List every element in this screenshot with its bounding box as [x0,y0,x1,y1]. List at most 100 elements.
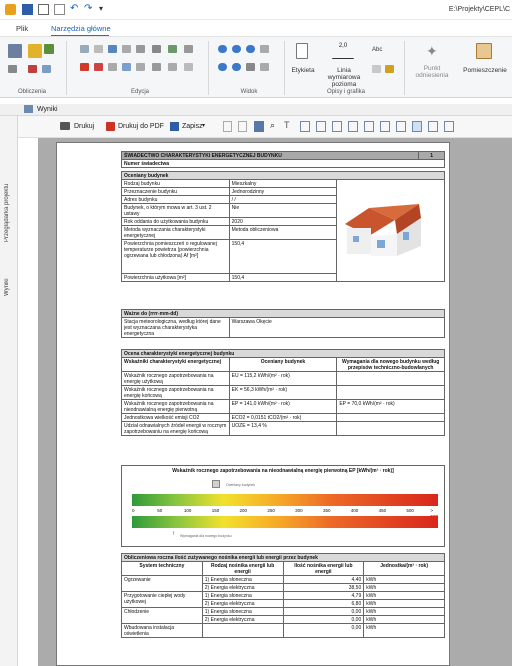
add-row-icon[interactable] [168,45,177,53]
fit-page-icon[interactable] [364,121,374,132]
reference-point-icon[interactable]: ✦ [426,43,438,60]
tools-icon[interactable] [152,45,161,53]
results-panel-title: Wyniki [37,106,58,113]
tab-narzedzia-glowne[interactable]: Narzędzia główne [51,24,111,33]
system-name: Przygotowanie ciepłej wody użytkowej [121,591,203,608]
undo-icon[interactable]: ↶ [70,4,81,15]
zoom-window-icon[interactable] [218,63,227,71]
thumbnails-icon[interactable] [396,121,406,132]
view-icon[interactable] [260,45,269,53]
carrier-unit: kWh [363,591,445,600]
pan-icon[interactable] [246,63,255,71]
edit-icon[interactable] [184,63,193,71]
scale-tick-label: 200 [239,508,248,513]
rotate-icon[interactable] [136,63,145,71]
ungroup-icon[interactable] [168,63,177,71]
carrier-name: 1) Energia słoneczna [201,607,284,616]
fit-width-icon[interactable] [348,121,358,132]
zoom-all-icon[interactable] [232,63,241,71]
page-number: 1 [418,151,445,160]
indicator-label: Jednostkowa wielkość emisji CO2 [121,413,230,422]
room-icon[interactable] [476,43,492,59]
results-icon[interactable] [28,44,42,58]
color-icon[interactable] [385,65,394,73]
scale-tick-label: 400 [350,508,359,513]
zoom-page-icon[interactable] [412,121,422,132]
pomieszczenie-button[interactable]: Pomieszczenie [458,67,512,74]
row-value: Nie [228,203,338,218]
page2-icon[interactable] [238,121,247,132]
scale-tick-label: 350 [322,508,331,513]
check-icon[interactable] [44,44,54,54]
page-layout-icon[interactable] [254,121,264,132]
carrier-unit: kWh [363,607,445,616]
view2-icon[interactable] [260,63,269,71]
settings-icon[interactable] [444,121,454,132]
move-icon[interactable] [184,45,193,53]
binoculars-icon[interactable]: ⌕ [270,120,275,131]
print-button[interactable]: Drukuj [74,123,94,130]
redo-icon[interactable]: ↷ [84,4,95,15]
punkt-odniesienia-button[interactable]: Punkt odniesienia [412,65,452,79]
calculate-icon[interactable] [8,44,22,58]
ribbon-separator [208,41,209,95]
row-label: Powierzchnia użytkowa [m²] [121,273,230,282]
zoom-fit-icon[interactable] [246,45,255,53]
save-icon[interactable] [22,4,33,15]
layers-icon[interactable] [42,65,51,73]
etykieta-button[interactable]: Etykieta [288,67,318,74]
save-dropdown-icon[interactable]: ▾ [202,122,205,129]
copy-icon[interactable] [94,45,103,53]
table-icon[interactable] [8,65,17,73]
carrier-amount: 4,40 [282,575,365,584]
tab-plik[interactable]: Plik [16,24,28,33]
project-browser-tab[interactable]: Przeglądarka projektu [4,142,10,242]
delete-icon[interactable] [80,63,89,71]
zoom-width-icon[interactable] [428,121,438,132]
requirement-marker-arrow: ↑ [172,531,175,537]
cut-icon[interactable] [94,63,103,71]
carrier-amount: 38,50 [282,583,365,592]
continuous-icon[interactable] [380,121,390,132]
results-panel-header: Wyniki [0,104,512,116]
open-icon[interactable] [54,4,65,15]
grid-icon[interactable] [122,45,131,53]
indicator-req [336,413,445,422]
assessed-marker-arrow [212,480,220,488]
carrier-name: 1) Energia słoneczna [201,591,284,600]
page-icon[interactable] [223,121,232,132]
indicator-label: Wskaźnik rocznego zapotrzebowania na ene… [121,371,230,386]
report-icon[interactable] [28,65,37,73]
multi-page-icon[interactable] [332,121,342,132]
indicator-value: UOZE = 13,4 % [228,421,338,436]
row-label: Przeznaczenie budynku [121,187,230,196]
ep-scale-bar-bottom [132,516,438,528]
zoom-in-icon[interactable] [218,45,227,53]
group-icon[interactable] [152,63,161,71]
single-page-icon[interactable] [300,121,310,132]
paste-icon[interactable] [80,45,89,53]
fill-icon[interactable] [372,65,381,73]
group-obliczenia: Obliczenia [17,89,46,95]
label-icon[interactable] [296,43,308,59]
scale-tick-label: 150 [211,508,220,513]
assessed-building-section: Oceniany budynek Rodzaj budynku Mieszkaln… [121,171,445,282]
dimension-line-icon[interactable]: 2,0 [332,43,354,59]
indicator-value: ECO2 = 0,0151 tCO2/(m² · rok) [228,413,338,422]
results-side-tab[interactable]: Wyniki [4,256,10,296]
abc-text-button[interactable]: Abc [372,47,382,53]
print-pdf-button[interactable]: Drukuj do PDF [118,123,164,130]
double-page-icon[interactable] [316,121,326,132]
mirror-icon[interactable] [122,63,131,71]
text-tool-icon[interactable]: T [284,120,290,130]
zoom-out-icon[interactable] [232,45,241,53]
save-button[interactable]: Zapisz [182,123,203,130]
duplicate-icon[interactable] [108,63,117,71]
insert-icon[interactable] [108,45,117,53]
row-label: Rodzaj budynku [121,179,230,188]
customize-dropdown-icon[interactable]: ▾ [99,4,110,15]
linia-wymiarowa-button[interactable]: Linia wymiarowa pozioma [322,67,366,88]
new-document-icon[interactable] [38,4,49,15]
col-unit: Jednostka/(m² · rok) [363,561,445,576]
align-icon[interactable] [136,45,145,53]
